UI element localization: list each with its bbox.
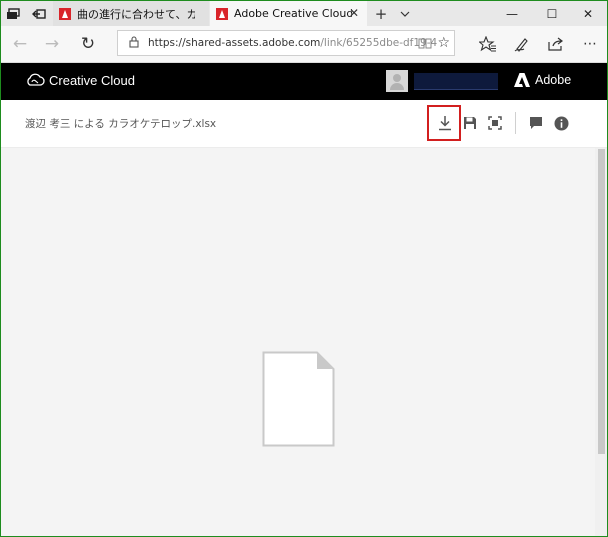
tab-close-icon[interactable]: ✕	[349, 6, 359, 20]
share-icon[interactable]	[543, 32, 569, 56]
fullscreen-icon[interactable]	[484, 112, 506, 134]
file-name: 渡辺 考三 による カラオケテロップ.xlsx	[25, 118, 217, 130]
redacted-user-name[interactable]	[414, 73, 498, 90]
adobe-brand-label: Adobe	[535, 73, 572, 87]
info-icon[interactable]	[550, 112, 572, 134]
creative-cloud-logo-icon[interactable]	[25, 73, 45, 87]
pen-notes-icon[interactable]	[509, 32, 535, 56]
tab-karaoke[interactable]: 曲の進行に合わせて、カラオケ字	[53, 1, 209, 26]
creative-cloud-title[interactable]: Creative Cloud	[49, 73, 135, 88]
lock-icon	[126, 35, 142, 51]
avatar[interactable]	[386, 70, 408, 92]
address-toolbar: ← → ↻ https://shared-assets.adobe.com/li…	[1, 26, 607, 63]
forward-button[interactable]: →	[39, 31, 65, 57]
favorites-hub-icon[interactable]	[475, 32, 501, 56]
favorites-star-icon[interactable]: ☆	[437, 35, 450, 51]
url-host: https://shared-assets.adobe.com	[148, 37, 321, 49]
file-preview-area	[1, 148, 595, 536]
minimize-button[interactable]: —	[493, 1, 531, 26]
creative-cloud-header: Creative Cloud Adobe	[1, 63, 607, 100]
close-window-button[interactable]: ✕	[569, 1, 607, 26]
comment-icon[interactable]	[525, 112, 547, 134]
tab-preview-chevron-icon[interactable]	[395, 1, 415, 26]
generic-file-icon	[262, 351, 335, 447]
adobe-logo-icon	[514, 73, 530, 87]
set-tabs-aside-icon[interactable]	[27, 1, 51, 26]
more-menu-icon[interactable]: ⋯	[577, 32, 603, 56]
browser-window: 曲の進行に合わせて、カラオケ字 Adobe Creative Cloud ✕ +…	[0, 0, 608, 537]
save-to-cc-icon[interactable]	[459, 112, 481, 134]
reading-view-icon[interactable]	[418, 37, 432, 49]
tab-label: Adobe Creative Cloud	[234, 7, 352, 20]
address-bar[interactable]: https://shared-assets.adobe.com/link/652…	[117, 30, 455, 56]
back-button[interactable]: ←	[7, 31, 33, 57]
tab-bar: 曲の進行に合わせて、カラオケ字 Adobe Creative Cloud ✕ +…	[1, 1, 607, 26]
toolbar-divider	[515, 112, 516, 134]
refresh-button[interactable]: ↻	[75, 31, 101, 57]
scrollbar-thumb[interactable]	[598, 149, 605, 454]
maximize-button[interactable]: ☐	[533, 1, 571, 26]
file-toolbar: 渡辺 考三 による カラオケテロップ.xlsx	[1, 100, 607, 148]
tab-manager-icon[interactable]	[1, 1, 25, 26]
adobe-favicon-icon	[216, 7, 228, 20]
new-tab-button[interactable]: +	[371, 1, 391, 26]
tab-label: 曲の進行に合わせて、カラオケ字	[77, 7, 195, 21]
adobe-favicon-icon	[59, 7, 71, 20]
download-highlight-box	[427, 105, 461, 141]
tab-adobe-creative-cloud[interactable]: Adobe Creative Cloud ✕	[210, 1, 367, 26]
